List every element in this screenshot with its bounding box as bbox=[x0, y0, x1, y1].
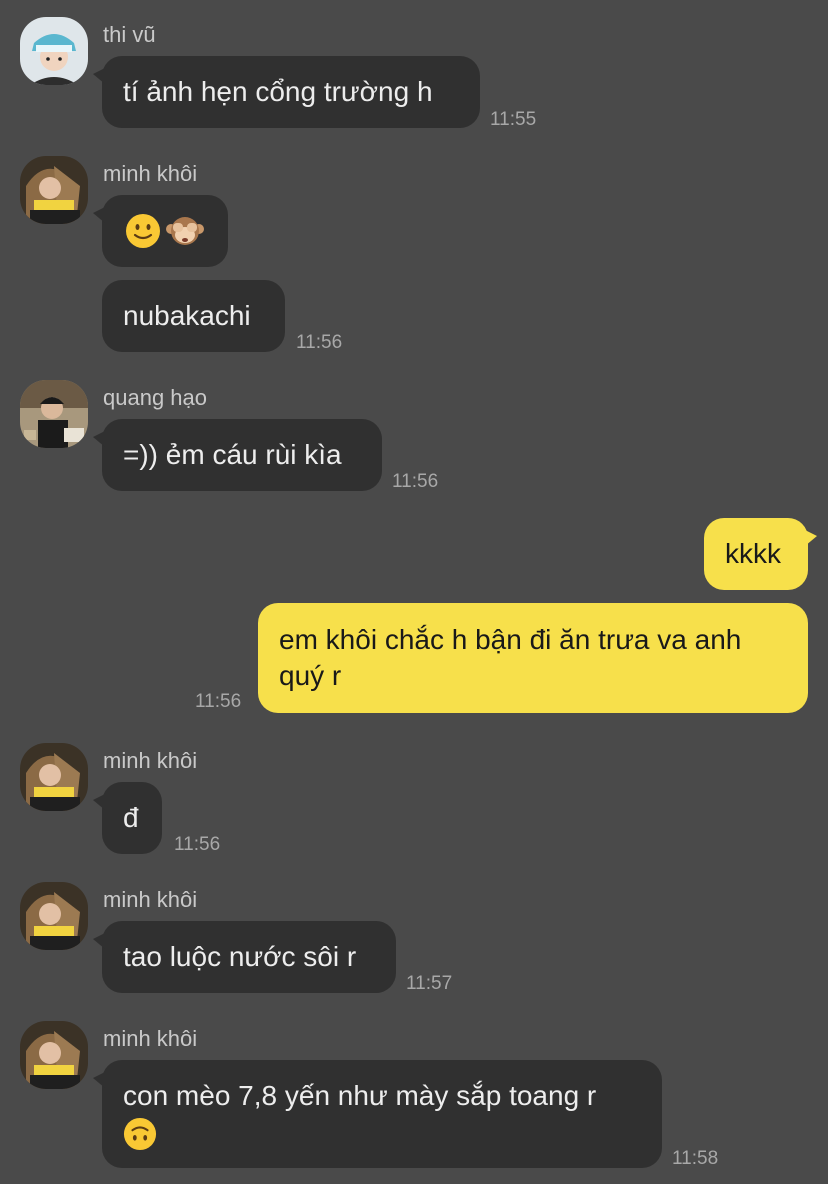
see-no-evil-monkey-emoji bbox=[166, 217, 204, 245]
sender-name: quang hạo bbox=[103, 385, 207, 410]
message-timestamp: 11:55 bbox=[490, 109, 537, 130]
message-emoji-line bbox=[123, 1114, 641, 1151]
message-text-line-1: em khôi chắc h bận đi ăn trưa va anh bbox=[279, 624, 742, 655]
message-bubble[interactable]: nubakachi bbox=[102, 280, 285, 352]
avatar-minh-khoi[interactable] bbox=[20, 743, 88, 811]
avatar-minh-khoi[interactable] bbox=[20, 156, 88, 224]
message-bubble[interactable]: đ bbox=[93, 782, 162, 854]
message-text: tao luộc nước sôi r bbox=[123, 941, 357, 972]
slightly-smiling-face-emoji bbox=[126, 214, 160, 248]
sender-name: minh khôi bbox=[103, 161, 198, 186]
message-bubble[interactable] bbox=[93, 195, 228, 267]
message-timestamp: 11:56 bbox=[195, 691, 242, 712]
message-text: kkkk bbox=[725, 538, 781, 569]
sender-name: minh khôi bbox=[103, 887, 198, 912]
message-bubble-outgoing[interactable]: kkkk bbox=[704, 518, 817, 590]
message-timestamp: 11:58 bbox=[672, 1148, 719, 1169]
message-text: =)) ẻm cáu rùi kìa bbox=[123, 439, 342, 470]
sender-name: minh khôi bbox=[103, 1026, 198, 1051]
avatar-quang-hao[interactable] bbox=[20, 380, 88, 448]
message-bubble[interactable]: tao luộc nước sôi r bbox=[93, 921, 396, 993]
sender-name: thi vũ bbox=[103, 22, 156, 47]
message-text: nubakachi bbox=[123, 300, 251, 331]
message-timestamp: 11:56 bbox=[174, 834, 221, 855]
message-text: tí ảnh hẹn cổng trường h bbox=[123, 76, 433, 107]
upside-down-face-emoji bbox=[123, 1118, 157, 1151]
message-bubble[interactable]: con mèo 7,8 yến như mày sắp toang r bbox=[93, 1060, 662, 1168]
avatar-minh-khoi[interactable] bbox=[20, 882, 88, 950]
avatar-thi-vu[interactable] bbox=[20, 17, 88, 85]
message-timestamp: 11:56 bbox=[296, 332, 343, 353]
message-bubble-outgoing[interactable]: em khôi chắc h bận đi ăn trưa va anh quý… bbox=[258, 603, 808, 713]
message-timestamp: 11:56 bbox=[392, 471, 439, 492]
message-text-line-2: quý r bbox=[279, 660, 342, 691]
message-bubble[interactable]: =)) ẻm cáu rùi kìa bbox=[93, 419, 382, 491]
message-text: đ bbox=[123, 802, 139, 833]
sender-name: minh khôi bbox=[103, 748, 198, 773]
message-bubble[interactable]: tí ảnh hẹn cổng trường h bbox=[93, 56, 480, 128]
chat-message-list[interactable]: thi vũ tí ảnh hẹn cổng trường h 11:55 mi… bbox=[0, 0, 828, 1184]
avatar-minh-khoi[interactable] bbox=[20, 1021, 88, 1089]
message-timestamp: 11:57 bbox=[406, 973, 453, 994]
message-text-line-1: con mèo 7,8 yến như mày sắp toang r bbox=[123, 1080, 597, 1111]
